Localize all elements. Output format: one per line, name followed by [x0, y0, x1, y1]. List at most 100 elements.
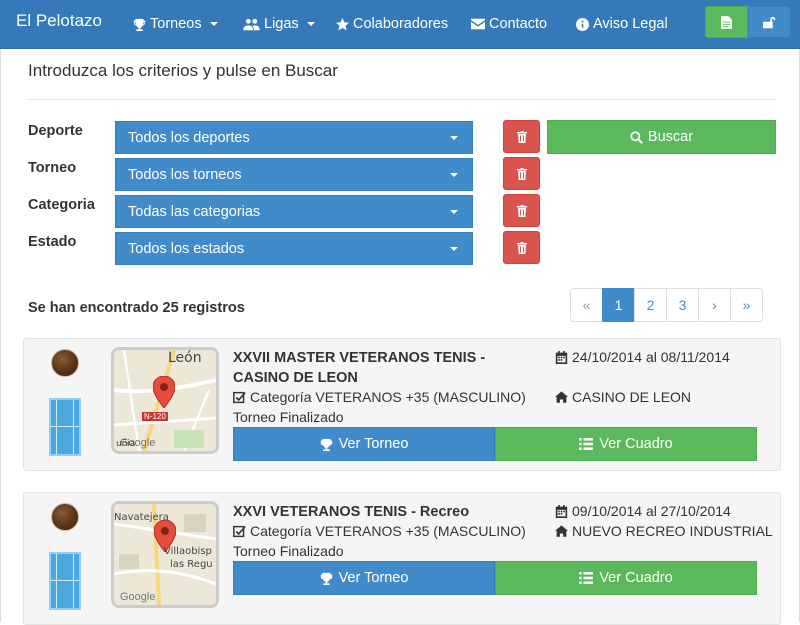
nav-aviso-legal-label: Aviso Legal — [593, 16, 668, 32]
trash-icon — [516, 167, 527, 180]
envelope-icon — [471, 18, 485, 30]
clear-categoria-button[interactable] — [503, 194, 540, 227]
view-tournament-button[interactable]: Ver Torneo — [233, 561, 495, 595]
select-estado[interactable]: Todos los estados — [115, 232, 473, 265]
view-tournament-label: Ver Torneo — [338, 570, 409, 586]
checkbox-icon — [233, 525, 246, 537]
nav-colaboradores[interactable]: Colaboradores — [336, 16, 448, 32]
tournament-card: Navatejera Villaobisp las Regu Google XX… — [23, 492, 781, 625]
login-button[interactable] — [748, 6, 791, 38]
checkbox-icon — [233, 391, 246, 403]
calendar-icon — [555, 504, 568, 518]
map-thumbnail[interactable]: León N-120 Google uñia — [111, 347, 219, 454]
chevron-down-icon — [450, 210, 458, 214]
search-button[interactable]: Buscar — [547, 120, 776, 154]
nav-colaboradores-label: Colaboradores — [353, 16, 449, 32]
filter-label-deporte: Deporte — [28, 123, 83, 139]
map-street-label: uñia — [116, 439, 136, 449]
tournament-dates: 09/10/2014 al 27/10/2014 — [555, 503, 731, 519]
tournament-category-text: Categoría VETERANOS +35 (MASCULINO) — [250, 389, 526, 405]
list-icon — [579, 438, 594, 450]
nav-contacto-label: Contacto — [489, 16, 548, 32]
tennis-court-icon — [49, 552, 81, 610]
page-next[interactable]: › — [698, 288, 731, 322]
page-last[interactable]: » — [730, 288, 763, 322]
tournament-status: Torneo Finalizado — [233, 409, 344, 425]
home-icon — [555, 391, 568, 403]
nav-torneos-label: Torneos — [150, 16, 202, 32]
list-icon — [579, 572, 594, 584]
view-tournament-button[interactable]: Ver Torneo — [233, 427, 495, 461]
tennis-court-icon — [49, 398, 81, 456]
navbar: El Pelotazo Torneos Ligas Colaboradores … — [0, 0, 800, 49]
search-intro: Introduzca los criterios y pulse en Busc… — [28, 61, 338, 80]
chevron-down-icon — [450, 136, 458, 140]
tournament-title: XXVI VETERANOS TENIS - Recreo — [233, 504, 470, 520]
tournament-venue-text: NUEVO RECREO INDUSTRIAL — [572, 523, 773, 539]
tournament-title: XXVII MASTER VETERANOS TENIS - CASINO DE… — [233, 350, 486, 386]
tournament-status: Torneo Finalizado — [233, 543, 344, 559]
map-town-label: las Regu — [170, 559, 213, 570]
trash-icon — [516, 204, 527, 217]
trash-icon — [516, 130, 527, 143]
select-estado-value: Todos los estados — [128, 241, 245, 257]
chevron-down-icon — [306, 22, 315, 26]
users-icon — [243, 18, 260, 30]
nav-contacto[interactable]: Contacto — [471, 16, 547, 32]
brand-logo[interactable]: El Pelotazo — [16, 11, 102, 31]
nav-ligas[interactable]: Ligas — [243, 16, 315, 32]
nav-ligas-label: Ligas — [264, 16, 299, 32]
clear-torneo-button[interactable] — [503, 157, 540, 190]
tournament-venue-text: CASINO DE LEON — [572, 389, 692, 405]
nav-aviso-legal[interactable]: Aviso Legal — [576, 16, 668, 32]
chevron-down-icon — [450, 173, 458, 177]
trophy-icon — [320, 572, 332, 585]
google-watermark: Google — [120, 591, 156, 603]
search-icon — [630, 130, 643, 144]
page-1[interactable]: 1 — [602, 288, 635, 322]
map-pin-icon — [153, 376, 175, 408]
pagination: « 1 2 3 › » — [570, 288, 763, 322]
view-tournament-label: Ver Torneo — [338, 436, 409, 452]
view-bracket-button[interactable]: Ver Cuadro — [495, 427, 757, 461]
tournament-dates: 24/10/2014 al 08/11/2014 — [555, 349, 730, 365]
trophy-icon — [133, 18, 146, 31]
tournament-venue: NUEVO RECREO INDUSTRIAL — [555, 523, 773, 539]
road-badge: N-120 — [142, 412, 168, 421]
nav-torneos[interactable]: Torneos — [133, 16, 218, 32]
select-deporte[interactable]: Todos los deportes — [115, 121, 473, 154]
filter-label-torneo: Torneo — [28, 160, 77, 176]
tournament-category: Categoría VETERANOS +35 (MASCULINO) — [233, 523, 526, 539]
page-2[interactable]: 2 — [634, 288, 667, 322]
search-panel: Introduzca los criterios y pulse en Busc… — [0, 49, 800, 625]
tournament-card: León N-120 Google uñia XXVII MASTER VETE… — [23, 338, 781, 471]
filter-label-categoria: Categoria — [28, 197, 95, 213]
select-torneo[interactable]: Todos los torneos — [115, 158, 473, 191]
star-icon — [336, 17, 349, 30]
tournament-category-text: Categoría VETERANOS +35 (MASCULINO) — [250, 523, 526, 539]
info-icon — [576, 17, 589, 31]
trophy-icon — [320, 438, 332, 451]
tournament-dates-text: 09/10/2014 al 27/10/2014 — [572, 503, 731, 519]
tournament-dates-text: 24/10/2014 al 08/11/2014 — [572, 349, 730, 365]
select-categoria[interactable]: Todas las categorias — [115, 195, 473, 228]
tournament-category: Categoría VETERANOS +35 (MASCULINO) — [233, 389, 526, 405]
calendar-icon — [555, 350, 568, 364]
page-3[interactable]: 3 — [666, 288, 699, 322]
trash-icon — [516, 241, 527, 254]
document-button[interactable] — [705, 6, 748, 38]
document-icon — [721, 15, 732, 29]
page-first[interactable]: « — [570, 288, 603, 322]
view-bracket-button[interactable]: Ver Cuadro — [495, 561, 757, 595]
tournament-venue: CASINO DE LEON — [555, 389, 691, 405]
tennis-ball-icon — [51, 349, 79, 377]
clear-deporte-button[interactable] — [503, 120, 540, 153]
map-thumbnail[interactable]: Navatejera Villaobisp las Regu Google — [111, 501, 219, 608]
select-deporte-value: Todos los deportes — [128, 130, 250, 146]
map-town-label: Villaobisp — [164, 546, 212, 557]
search-button-label: Buscar — [647, 129, 694, 145]
chevron-down-icon — [209, 22, 218, 26]
map-city-label: León — [168, 350, 202, 366]
clear-estado-button[interactable] — [503, 231, 540, 264]
results-summary: Se han encontrado 25 registros — [28, 300, 245, 316]
